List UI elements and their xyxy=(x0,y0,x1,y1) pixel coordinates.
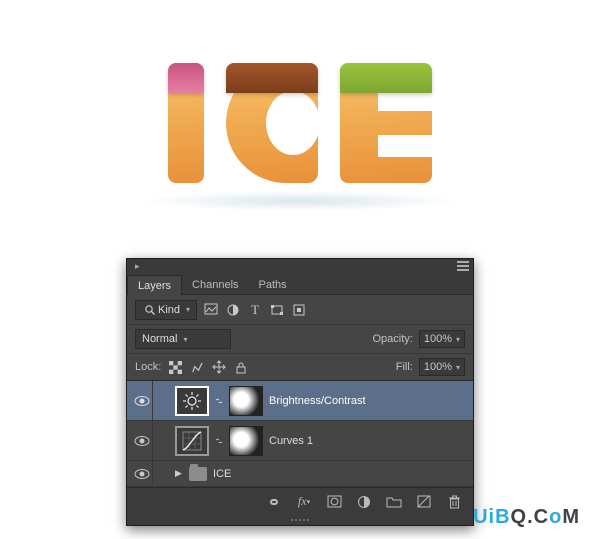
add-mask-icon[interactable] xyxy=(325,494,343,510)
document-canvas xyxy=(0,0,600,245)
layer-name: Curves 1 xyxy=(267,435,313,447)
chevron-down-icon: ▾ xyxy=(186,305,190,314)
mask-link-icon[interactable] xyxy=(213,436,225,446)
visibility-toggle[interactable] xyxy=(131,421,153,460)
layer-style-icon[interactable]: fx▾ xyxy=(295,494,313,510)
filter-kind-label: Kind xyxy=(158,304,180,316)
filter-smartobject-icon[interactable] xyxy=(291,302,307,318)
letter-e xyxy=(340,63,432,183)
opacity-value: 100% xyxy=(424,333,452,345)
layer-mask-thumb[interactable] xyxy=(229,386,263,416)
visibility-toggle[interactable] xyxy=(131,461,153,486)
blend-row: Normal ▾ Opacity: 100% ▾ xyxy=(127,325,473,354)
layer-name: ICE xyxy=(211,468,231,480)
letter-i xyxy=(168,63,204,183)
panel-bottom-bar: fx▾ xyxy=(127,487,473,515)
collapse-arrows-icon[interactable]: ▸ xyxy=(131,261,140,272)
layer-row-brightness-contrast[interactable]: Brightness/Contrast xyxy=(127,381,473,421)
panel-resize-grip[interactable] xyxy=(127,515,473,525)
lock-pixels-icon[interactable] xyxy=(189,359,205,375)
lock-position-icon[interactable] xyxy=(211,359,227,375)
new-layer-icon[interactable] xyxy=(415,494,433,510)
filter-type-icon[interactable]: T xyxy=(247,302,263,318)
watermark-part: UiB xyxy=(473,506,510,528)
chevron-down-icon: ▾ xyxy=(456,363,460,372)
panel-tabs: Layers Channels Paths xyxy=(127,273,473,295)
layer-row-ice-group[interactable]: ▶ ICE xyxy=(127,461,473,487)
layers-list: Brightness/Contrast Curve xyxy=(127,381,473,487)
lock-all-icon[interactable] xyxy=(233,359,249,375)
new-adjustment-icon[interactable] xyxy=(355,494,373,510)
delete-layer-icon[interactable] xyxy=(445,494,463,510)
link-layers-icon[interactable] xyxy=(265,494,283,510)
layers-panel: ▸ Layers Channels Paths Kind ▾ T N xyxy=(126,258,474,526)
search-icon xyxy=(142,302,158,318)
lock-row: Lock: Fill: 100% ▾ xyxy=(127,354,473,381)
ice-text-art xyxy=(168,63,432,183)
chevron-down-icon: ▾ xyxy=(456,335,460,344)
layer-row-curves[interactable]: Curves 1 xyxy=(127,421,473,461)
panel-titlebar[interactable]: ▸ xyxy=(127,259,473,273)
layer-filter-row: Kind ▾ T xyxy=(127,295,473,325)
filter-kind-dropdown[interactable]: Kind ▾ xyxy=(135,300,197,320)
opacity-input[interactable]: 100% ▾ xyxy=(419,330,465,348)
fill-input[interactable]: 100% ▾ xyxy=(419,358,465,376)
lock-label: Lock: xyxy=(135,361,161,373)
layer-name: Brightness/Contrast xyxy=(267,395,366,407)
opacity-label: Opacity: xyxy=(372,333,412,345)
mask-link-icon[interactable] xyxy=(213,396,225,406)
filter-shape-icon[interactable] xyxy=(269,302,285,318)
layer-mask-thumb[interactable] xyxy=(229,426,263,456)
folder-icon xyxy=(189,467,207,481)
letter-c xyxy=(226,63,318,183)
lock-transparency-icon[interactable] xyxy=(167,359,183,375)
visibility-toggle[interactable] xyxy=(131,381,153,420)
tab-layers[interactable]: Layers xyxy=(127,275,182,295)
chevron-down-icon: ▾ xyxy=(183,335,187,344)
panel-menu-icon[interactable] xyxy=(457,261,469,271)
adjustment-thumb[interactable] xyxy=(175,426,209,456)
drop-shadow xyxy=(140,191,460,211)
adjustment-thumb[interactable] xyxy=(175,386,209,416)
watermark: UiBQ.CoM xyxy=(473,506,580,529)
new-group-icon[interactable] xyxy=(385,494,403,510)
watermark-part: o xyxy=(549,506,562,528)
fill-value: 100% xyxy=(424,361,452,373)
filter-adjustment-icon[interactable] xyxy=(225,302,241,318)
disclosure-triangle-icon[interactable]: ▶ xyxy=(175,468,185,479)
watermark-part: M xyxy=(562,506,580,528)
filter-pixel-icon[interactable] xyxy=(203,302,219,318)
blend-mode-value: Normal xyxy=(142,333,177,345)
tab-paths[interactable]: Paths xyxy=(249,275,297,294)
tab-channels[interactable]: Channels xyxy=(182,275,248,294)
blend-mode-dropdown[interactable]: Normal ▾ xyxy=(135,329,231,349)
watermark-part: Q.C xyxy=(511,506,550,528)
fill-label: Fill: xyxy=(396,361,413,373)
